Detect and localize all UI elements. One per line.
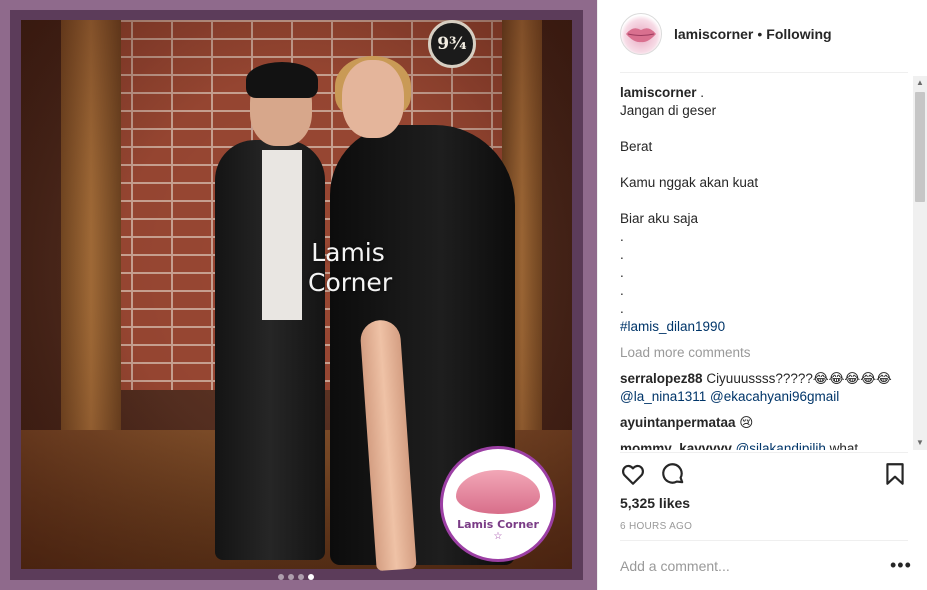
caption-line: . [620, 229, 624, 244]
person-left-hair [246, 62, 318, 98]
comment-icon[interactable] [660, 461, 686, 487]
carousel-dot-active[interactable] [308, 574, 314, 580]
lips-icon [456, 470, 540, 514]
comment-text: 😢 [735, 415, 754, 430]
comment-username[interactable]: mommy_kavvvvv [620, 441, 732, 450]
caption: lamiscorner . [620, 84, 910, 102]
carousel-indicator [278, 574, 314, 580]
caption-line: Biar aku saja [620, 211, 699, 226]
action-bar [620, 461, 908, 487]
logo-text: Lamis Corner [457, 518, 539, 531]
divider [620, 540, 908, 541]
person-left-shirt [262, 150, 302, 320]
caption-line: . [620, 247, 624, 262]
carousel-dot[interactable] [298, 574, 304, 580]
divider [620, 72, 908, 73]
platform-sign: 9¾ [428, 20, 476, 68]
comment-mention[interactable]: @silakandipilih [732, 441, 826, 450]
caption-line: Berat [620, 139, 653, 154]
watermark-line-1: Lamis [311, 238, 385, 267]
lamis-corner-logo: Lamis Corner ☆ [440, 446, 556, 562]
comment-username[interactable]: serralopez88 [620, 371, 703, 386]
photo-watermark: Lamis Corner [308, 238, 393, 298]
load-more-comments-button[interactable]: Load more comments [620, 344, 910, 362]
comment-text: Ciyuuussss?????😂😂😂😂😂 [702, 371, 892, 386]
likes-count[interactable]: 5,325 likes [620, 495, 690, 511]
scroll-thumb[interactable] [915, 92, 925, 202]
caption-hashtag[interactable]: #lamis_dilan1990 [620, 318, 910, 336]
caption-line: Kamu nggak akan kuat [620, 175, 759, 190]
instagram-post-view: 9¾ Lamis Corner Lamis Corner ☆ lamiscorn… [0, 0, 927, 590]
caption-line: . [620, 265, 624, 280]
comment-item: mommy_kavvvvv @silakandipilih what [620, 440, 910, 450]
person-right-head [342, 60, 404, 138]
comment-text: what [825, 441, 859, 450]
caption-author-suffix: . [696, 85, 705, 100]
caption-line: Jangan di geser [620, 103, 717, 118]
comment-mentions[interactable]: @la_nina1311 @ekacahyani96gmail [620, 388, 910, 406]
header-separator: • [757, 26, 763, 42]
comment-username[interactable]: ayuintanpermataa [620, 415, 736, 430]
following-button[interactable]: Following [766, 26, 831, 42]
post-side-panel: lamiscorner • Following lamiscorner . Ja… [597, 0, 927, 590]
watermark-line-2: Corner [308, 268, 393, 297]
bookmark-icon[interactable] [882, 461, 908, 487]
divider [620, 452, 908, 453]
avatar[interactable] [620, 13, 662, 55]
more-options-icon[interactable]: ••• [890, 556, 912, 574]
carousel-dot[interactable] [278, 574, 284, 580]
scroll-up-arrow-icon[interactable]: ▲ [913, 76, 927, 90]
carousel-dot[interactable] [288, 574, 294, 580]
comments-list[interactable]: lamiscorner . Jangan di geser Berat Kamu… [620, 84, 910, 450]
comment-item: ayuintanpermataa 😢 [620, 414, 910, 432]
scroll-down-arrow-icon[interactable]: ▼ [913, 436, 927, 450]
post-timestamp[interactable]: 6 HOURS AGO [620, 521, 692, 532]
comments-scrollbar[interactable]: ▲ ▼ [913, 76, 927, 450]
star-icon: ☆ [493, 531, 503, 542]
post-photo[interactable]: 9¾ Lamis Corner Lamis Corner ☆ [0, 0, 597, 590]
heart-icon[interactable] [620, 461, 646, 487]
avatar-lips-icon [626, 28, 656, 43]
post-header: lamiscorner • Following [620, 12, 910, 56]
caption-line: . [620, 283, 624, 298]
header-username[interactable]: lamiscorner [674, 26, 753, 42]
comment-item: serralopez88 Ciyuuussss?????😂😂😂😂😂 @la_ni… [620, 370, 910, 406]
caption-line: . [620, 301, 624, 316]
add-comment-input[interactable]: Add a comment... [620, 558, 730, 574]
caption-author[interactable]: lamiscorner [620, 85, 697, 100]
